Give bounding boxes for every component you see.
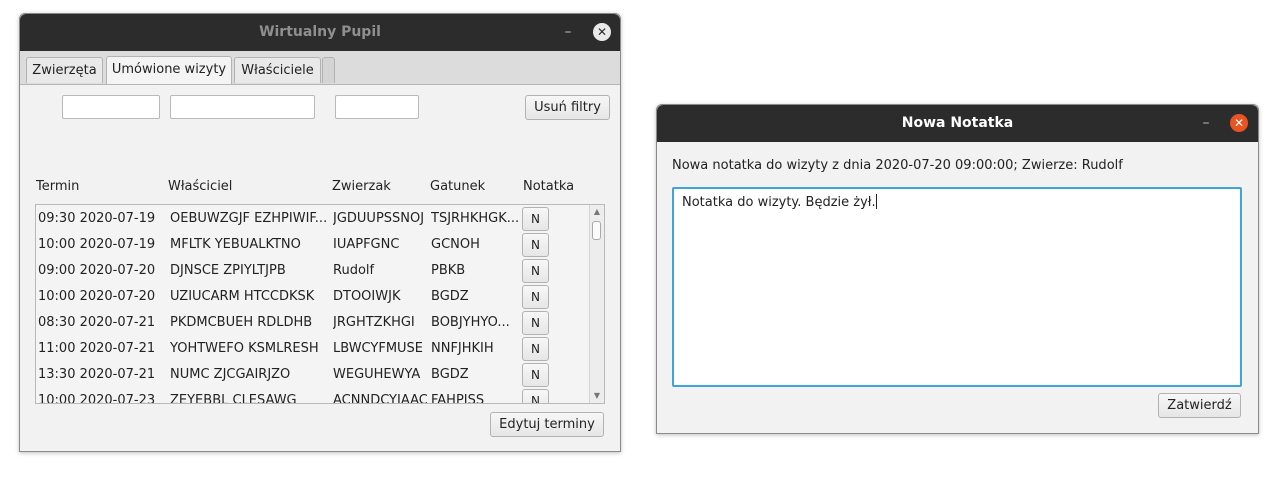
confirm-button[interactable]: Zatwierdź [1158,393,1241,418]
cell-owner: DJNSCE ZPIYLTJPB [170,263,286,278]
cell-owner: UZIUCARM HTCCDKSK [170,289,315,304]
cell-species: BGDZ [431,367,469,382]
note-button[interactable]: N [522,259,549,283]
cell-termin: 11:00 2020-07-21 [38,341,156,356]
cell-pet: LBWCYFMUSE [333,341,424,356]
tab-umowione-wizyty[interactable]: Umówione wizyty [106,56,232,84]
cell-pet: JRGHTZKHGI [333,315,415,330]
table-row[interactable]: 09:00 2020-07-20 DJNSCE ZPIYLTJPB Rudolf… [36,258,591,284]
cell-pet: ACNNDCYIAAC [333,393,427,404]
close-icon[interactable]: ✕ [1230,114,1248,132]
minimize-icon[interactable]: – [1198,113,1214,133]
cell-termin: 09:00 2020-07-20 [38,263,156,278]
cell-pet: Rudolf [333,263,375,278]
cell-owner: OEBUWZGJF EZHPIWIF... [170,211,328,226]
note-button[interactable]: N [522,233,549,257]
cell-termin: 10:00 2020-07-19 [38,237,156,252]
cell-species: PBKB [431,263,466,278]
cell-owner: PKDMCBUEH RDLDHB [170,315,313,330]
note-dialog: Nowa Notatka – ✕ Nowa notatka do wizyty … [656,104,1259,434]
table-row[interactable]: 13:30 2020-07-21 NUMC ZJCGAIRJZO WEGUHEW… [36,362,591,388]
note-button[interactable]: N [522,363,549,387]
table-row[interactable]: 08:30 2020-07-21 PKDMCBUEH RDLDHB JRGHTZ… [36,310,591,336]
table-row[interactable]: 11:00 2020-07-21 YOHTWEFO KSMLRESH LBWCY… [36,336,591,362]
table-scrollbar[interactable]: ▲ ▼ [589,205,604,403]
note-dialog-title: Nowa Notatka [901,115,1014,131]
close-icon[interactable]: ✕ [593,23,611,41]
scrollbar-thumb[interactable] [592,221,601,240]
cell-species: BOBJYHYO... [431,315,510,330]
appointments-table[interactable]: 09:30 2020-07-19 OEBUWZGJF EZHPIWIF... J… [35,204,605,404]
cell-species: GCNOH [431,237,480,252]
column-header-species: Gatunek [430,179,486,194]
note-button[interactable]: N [522,285,549,309]
cell-pet: DTOOIWJK [333,289,401,304]
note-text: Notatka do wizyty. Będzie żył. [682,195,876,210]
cell-termin: 13:30 2020-07-21 [38,367,156,382]
note-description: Nowa notatka do wizyty z dnia 2020-07-20… [672,158,1123,173]
cell-species: NNFJHKIH [431,341,494,356]
column-header-pet: Zwierzak [332,179,391,194]
chevron-up-icon[interactable]: ▲ [590,206,604,218]
cell-species: TSJRHKHGK... [431,211,520,226]
cell-owner: MFLTK YEBUALKTNO [170,237,301,252]
main-window-title: Wirtualny Pupil [259,24,381,40]
filter-species-input[interactable] [335,95,419,119]
main-window-titlebar[interactable]: Wirtualny Pupil – ✕ [20,14,620,51]
table-row[interactable]: 10:00 2020-07-19 MFLTK YEBUALKTNO IUAPFG… [36,232,591,258]
table-row[interactable]: 09:30 2020-07-19 OEBUWZGJF EZHPIWIF... J… [36,206,591,232]
filter-termin-input[interactable] [62,95,160,119]
main-window: Wirtualny Pupil – ✕ Zwierzęta Umówione w… [19,13,621,452]
column-header-note: Notatka [523,179,575,194]
edit-terms-button[interactable]: Edytuj terminy [490,412,604,437]
column-header-termin: Termin [36,179,80,194]
note-button[interactable]: N [522,389,549,403]
note-textarea[interactable]: Notatka do wizyty. Będzie żył. [672,187,1242,387]
table-row[interactable]: 10:00 2020-07-23 ZEYEBBL CLESAWG ACNNDCY… [36,388,591,404]
minimize-icon[interactable]: – [560,22,576,42]
table-row[interactable]: 10:00 2020-07-20 UZIUCARM HTCCDKSK DTOOI… [36,284,591,310]
cell-pet: IUAPFGNC [333,237,400,252]
column-header-owner: Właściciel [168,179,233,194]
cell-pet: JGDUUPSSNOJ [333,211,425,226]
cell-termin: 10:00 2020-07-23 [38,393,156,404]
cell-species: BGDZ [431,289,469,304]
note-text-wrapper: Notatka do wizyty. Będzie żył. [682,194,877,210]
filter-owner-input[interactable] [170,95,315,119]
note-dialog-titlebar[interactable]: Nowa Notatka – ✕ [657,105,1258,142]
cell-termin: 08:30 2020-07-21 [38,315,156,330]
text-caret [875,194,877,209]
cell-owner: NUMC ZJCGAIRJZO [170,367,291,382]
tab-wlasciciele[interactable]: Właściciele [234,57,321,83]
cell-termin: 09:30 2020-07-19 [38,211,156,226]
note-button[interactable]: N [522,311,549,335]
note-button[interactable]: N [522,207,549,231]
chevron-down-icon[interactable]: ▼ [590,390,604,402]
cell-species: FAHPISS [431,393,485,404]
clear-filters-button[interactable]: Usuń filtry [525,95,610,120]
cell-owner: YOHTWEFO KSMLRESH [170,341,319,356]
tab-overflow[interactable] [322,57,335,83]
note-button[interactable]: N [522,337,549,361]
cell-pet: WEGUHEWYA [333,367,421,382]
cell-termin: 10:00 2020-07-20 [38,289,156,304]
tab-bar: Zwierzęta Umówione wizyty Właściciele [20,51,620,85]
tab-zwierzeta[interactable]: Zwierzęta [26,57,103,83]
cell-owner: ZEYEBBL CLESAWG [170,393,297,404]
